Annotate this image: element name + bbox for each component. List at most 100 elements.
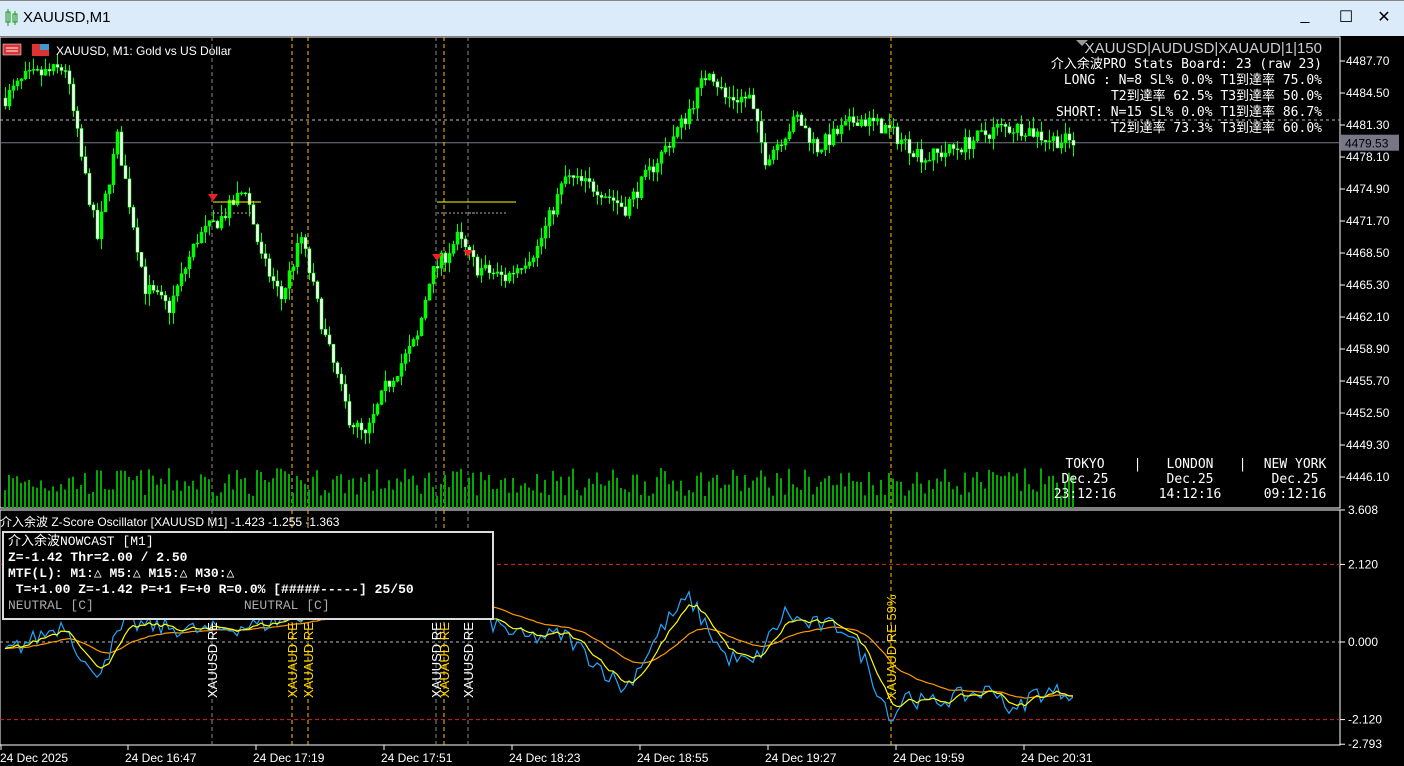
candle-body bbox=[55, 64, 60, 68]
candle-body bbox=[835, 128, 840, 135]
volume-bar bbox=[344, 493, 346, 508]
volume-bar bbox=[300, 480, 302, 508]
candle-body bbox=[131, 207, 136, 228]
candle-body bbox=[11, 85, 16, 91]
volume-bar bbox=[40, 480, 42, 508]
candle-body bbox=[879, 118, 884, 134]
candle-body bbox=[535, 246, 540, 259]
candle-body bbox=[39, 69, 44, 76]
osc-label: 3.608 bbox=[1348, 503, 1378, 517]
volume-bar bbox=[424, 478, 426, 508]
candle-body bbox=[27, 69, 32, 72]
time-label: 24 Dec 18:23 bbox=[509, 751, 581, 765]
volume-bar bbox=[76, 488, 78, 508]
volume-bar bbox=[228, 474, 230, 508]
volume-bar bbox=[164, 484, 166, 508]
candle-body bbox=[79, 128, 84, 157]
candle-body bbox=[387, 380, 392, 387]
candle-body bbox=[959, 149, 964, 153]
candle-body bbox=[379, 390, 384, 405]
volume-bar bbox=[592, 483, 594, 508]
candle-body bbox=[715, 81, 720, 88]
candle-body bbox=[723, 87, 728, 98]
candle-body bbox=[275, 280, 280, 287]
time-label: 24 Dec 17:19 bbox=[253, 751, 325, 765]
volume-bar bbox=[208, 479, 210, 508]
nowcast-mtf: MTF(L): M1:△ M5:△ M15:△ M30:△ bbox=[8, 566, 235, 581]
volume-bar bbox=[788, 468, 790, 508]
candle-body bbox=[171, 295, 176, 314]
candle-body bbox=[167, 300, 172, 314]
volume-bar bbox=[168, 468, 170, 508]
stats-short-2: T2到達率 73.3% T3到達率 60.0% bbox=[1110, 121, 1322, 136]
candle-body bbox=[355, 422, 360, 428]
volume-bar bbox=[600, 484, 602, 508]
candle-body bbox=[839, 125, 844, 135]
session-newyork: NEW YORK Dec.25 09:12:16 bbox=[1250, 457, 1340, 502]
candle-body bbox=[1003, 124, 1008, 127]
candle-body bbox=[199, 231, 204, 244]
candle-body bbox=[191, 243, 196, 258]
candle-body bbox=[115, 131, 120, 155]
volume-bar bbox=[408, 479, 410, 508]
volume-bar bbox=[88, 493, 90, 508]
candle-body bbox=[515, 268, 520, 274]
volume-bar bbox=[924, 493, 926, 508]
candle-body bbox=[935, 148, 940, 153]
candle-body bbox=[1039, 131, 1044, 141]
volume-bar bbox=[144, 494, 146, 508]
oscillator-header: 介入余波 Z-Score Oscillator [XAUUSD M1] -1.4… bbox=[0, 515, 340, 529]
volume-bar bbox=[272, 478, 274, 508]
candle-body bbox=[35, 69, 40, 71]
candle-body bbox=[183, 268, 188, 274]
time-label: 24 Dec 19:59 bbox=[893, 751, 965, 765]
candle-body bbox=[775, 144, 780, 151]
volume-bar bbox=[72, 476, 74, 508]
stats-short-1: SHORT: N=15 SL% 0.0% T1到達率 86.7% bbox=[1056, 105, 1322, 120]
volume-bar bbox=[476, 495, 478, 508]
volume-bar bbox=[364, 481, 366, 508]
volume-bar bbox=[452, 471, 454, 508]
candle-body bbox=[871, 117, 876, 122]
session-date: Dec.25 bbox=[1271, 472, 1319, 487]
volume-bar bbox=[716, 474, 718, 508]
candle-body bbox=[647, 166, 652, 171]
candle-body bbox=[323, 329, 328, 336]
candle-body bbox=[347, 401, 352, 426]
volume-bar bbox=[4, 490, 6, 508]
volume-bar bbox=[48, 490, 50, 508]
candle-body bbox=[615, 200, 620, 204]
candle-body bbox=[955, 148, 960, 150]
volume-bar bbox=[676, 490, 678, 508]
candle-body bbox=[767, 159, 772, 166]
volume-bar bbox=[684, 495, 686, 508]
candle-body bbox=[111, 153, 116, 186]
volume-bar bbox=[700, 472, 702, 508]
candle-body bbox=[415, 335, 420, 340]
volume-bar bbox=[492, 489, 494, 508]
price-label: 4471.70 bbox=[1346, 214, 1390, 228]
candle-body bbox=[511, 272, 516, 275]
volume-bar bbox=[920, 483, 922, 508]
session-name: NEW YORK bbox=[1263, 457, 1327, 472]
volume-bar bbox=[808, 476, 810, 508]
volume-bar bbox=[384, 488, 386, 508]
session-time: 14:12:16 bbox=[1158, 487, 1222, 502]
time-label: 24 Dec 2025 bbox=[0, 751, 68, 765]
candle-body bbox=[103, 193, 108, 213]
volume-bar bbox=[624, 489, 626, 508]
volume-bar bbox=[536, 474, 538, 508]
candle-body bbox=[1027, 128, 1032, 136]
volume-bar bbox=[804, 469, 806, 508]
candle-body bbox=[991, 127, 996, 139]
volume-bar bbox=[360, 477, 362, 508]
candle-body bbox=[531, 257, 536, 263]
volume-bar bbox=[500, 480, 502, 508]
volume-bar bbox=[792, 484, 794, 508]
volume-bar bbox=[372, 490, 374, 508]
candle-body bbox=[623, 206, 628, 216]
volume-bar bbox=[612, 469, 614, 508]
candle-body bbox=[1015, 123, 1020, 133]
candle-body bbox=[187, 256, 192, 270]
volume-bar bbox=[332, 479, 334, 508]
